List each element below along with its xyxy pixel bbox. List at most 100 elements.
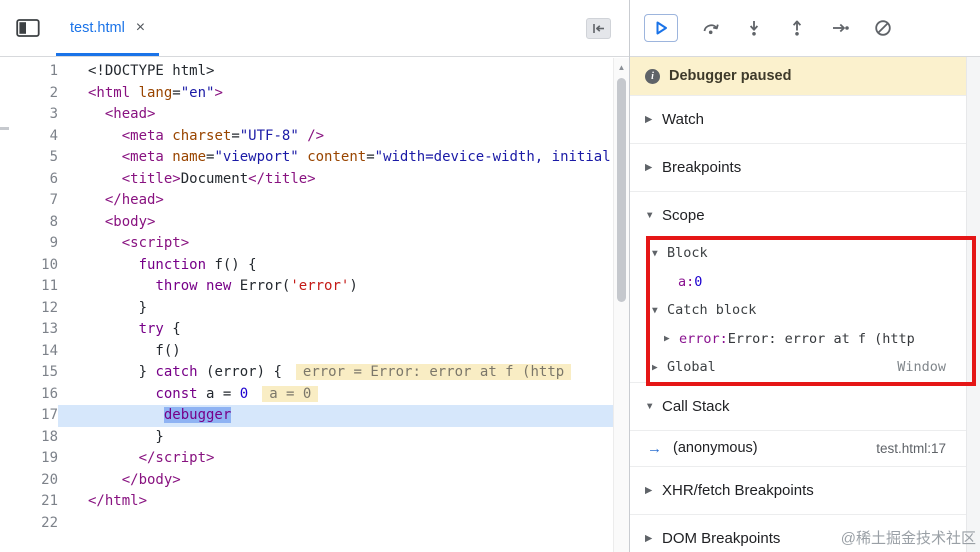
arrow-left-to-bar-icon <box>593 24 604 33</box>
step-over-button[interactable] <box>701 18 721 38</box>
code-text[interactable]: </head> <box>58 190 613 212</box>
code-text[interactable]: f() <box>58 341 613 363</box>
line-number[interactable]: 1 <box>0 61 58 83</box>
section-xhr-breakpoints[interactable]: ▶ XHR/fetch Breakpoints <box>630 465 980 514</box>
call-stack-frame[interactable]: → (anonymous) test.html:17 <box>630 429 980 466</box>
step-out-button[interactable] <box>787 18 807 38</box>
tab-close-icon[interactable]: × <box>136 20 145 36</box>
code-token: <meta <box>121 149 173 165</box>
focus-editor-button[interactable] <box>586 18 611 39</box>
code-text[interactable]: </html> <box>58 491 613 513</box>
editor-scrollbar[interactable]: ▲ <box>613 58 629 552</box>
code-token: <body> <box>104 213 156 230</box>
line-number[interactable]: 8 <box>0 212 58 234</box>
code-text[interactable]: <body> <box>58 212 613 234</box>
scope-body: ▼ Block a: 0 ▼ Catch block ▶ error: Error: err… <box>630 239 980 382</box>
scope-group-label: Global <box>667 359 716 376</box>
line-number[interactable]: 19 <box>0 448 58 470</box>
code-token: > <box>214 84 223 101</box>
line-number[interactable]: 15 <box>0 362 58 384</box>
code-token: <html <box>88 84 139 101</box>
scope-row[interactable]: ▼ Block <box>630 239 980 268</box>
chevron-collapsed-icon[interactable]: ▶ <box>652 362 667 373</box>
section-dom-breakpoints[interactable]: ▶ DOM Breakpoints <box>630 513 980 552</box>
code-token: lang <box>138 84 173 101</box>
code-token: ) <box>349 278 358 294</box>
scope-row[interactable]: ▶ error: Error: error at f (http <box>630 325 980 354</box>
code-text[interactable]: <!DOCTYPE html> <box>58 61 613 83</box>
code-editor[interactable]: 1 <!DOCTYPE html> 2 <html lang="en"> 3 <head… <box>0 58 613 552</box>
line-number[interactable]: 10 <box>0 255 58 277</box>
code-text[interactable]: } <box>58 427 613 449</box>
tab-test-html[interactable]: test.html × <box>56 0 160 56</box>
chevron-collapsed-icon[interactable]: ▶ <box>645 485 662 496</box>
section-scope[interactable]: ▼ Scope <box>630 191 980 239</box>
line-number[interactable]: 16 <box>0 384 58 406</box>
code-text[interactable]: </script> <box>58 448 613 470</box>
left-panel-edge <box>0 127 9 130</box>
scrollbar-up-icon[interactable]: ▲ <box>614 63 629 72</box>
code-line: 11 throw new Error('error') <box>0 276 613 298</box>
line-number[interactable]: 18 <box>0 427 58 449</box>
code-text[interactable]: function f() { <box>58 255 613 277</box>
code-line: 2 <html lang="en"> <box>0 83 613 105</box>
deactivate-breakpoints-button[interactable] <box>873 18 893 38</box>
section-call-stack[interactable]: ▼ Call Stack <box>630 381 980 430</box>
chevron-collapsed-icon[interactable]: ▶ <box>645 162 662 173</box>
code-text[interactable]: </body> <box>58 470 613 492</box>
code-text[interactable]: throw new Error('error') <box>58 276 613 298</box>
section-breakpoints[interactable]: ▶ Breakpoints <box>630 143 980 191</box>
line-number[interactable]: 7 <box>0 190 58 212</box>
scope-row[interactable]: a: 0 <box>630 268 980 297</box>
line-number[interactable]: 21 <box>0 491 58 513</box>
chevron-expanded-icon[interactable]: ▼ <box>645 401 662 412</box>
code-line: 13 try { <box>0 319 613 341</box>
line-number[interactable]: 2 <box>0 83 58 105</box>
code-line: 17 debugger <box>0 405 613 427</box>
chevron-expanded-icon[interactable]: ▼ <box>645 210 662 221</box>
line-number[interactable]: 17 <box>0 405 58 427</box>
step-into-button[interactable] <box>744 18 764 38</box>
code-text[interactable]: const a = 0 a = 0 <box>58 384 613 406</box>
panel-scrollbar[interactable] <box>966 57 980 552</box>
code-token: </html> <box>88 493 148 509</box>
code-text[interactable]: <title>Document</title> <box>58 169 613 191</box>
chevron-collapsed-icon[interactable]: ▶ <box>664 333 679 344</box>
line-number[interactable]: 14 <box>0 341 58 363</box>
code-text[interactable]: try { <box>58 319 613 341</box>
resume-button[interactable] <box>644 14 678 42</box>
line-number[interactable]: 22 <box>0 513 58 535</box>
code-token: a = <box>197 385 240 402</box>
code-text[interactable]: <html lang="en"> <box>58 83 613 105</box>
code-text[interactable]: debugger <box>58 405 613 427</box>
toggle-navigator-button[interactable] <box>16 18 40 38</box>
code-text[interactable] <box>58 513 613 535</box>
code-text[interactable]: <meta name="viewport" content="width=dev… <box>58 147 613 169</box>
line-number[interactable]: 13 <box>0 319 58 341</box>
scope-row[interactable]: ▼ Catch block <box>630 296 980 325</box>
code-text[interactable]: <script> <box>58 233 613 255</box>
line-number[interactable]: 12 <box>0 298 58 320</box>
chevron-collapsed-icon[interactable]: ▶ <box>645 533 662 544</box>
line-number[interactable]: 9 <box>0 233 58 255</box>
scrollbar-thumb[interactable] <box>617 78 626 302</box>
chevron-expanded-icon[interactable]: ▼ <box>652 305 667 316</box>
code-text[interactable]: } catch (error) {error = Error: error at… <box>58 362 613 384</box>
line-number[interactable]: 3 <box>0 104 58 126</box>
chevron-collapsed-icon[interactable]: ▶ <box>645 114 662 125</box>
line-number[interactable]: 5 <box>0 147 58 169</box>
line-number[interactable]: 6 <box>0 169 58 191</box>
line-number[interactable]: 11 <box>0 276 58 298</box>
code-text[interactable]: } <box>58 298 613 320</box>
section-watch[interactable]: ▶ Watch <box>630 95 980 143</box>
frame-location[interactable]: test.html:17 <box>876 441 946 456</box>
line-number[interactable]: 20 <box>0 470 58 492</box>
code-text[interactable]: <meta charset="UTF-8" /> <box>58 126 613 148</box>
scope-row[interactable]: ▶ Global Window <box>630 353 980 382</box>
code-text[interactable]: <head> <box>58 104 613 126</box>
chevron-expanded-icon[interactable]: ▼ <box>652 248 667 259</box>
info-icon: i <box>645 68 660 84</box>
step-button[interactable] <box>830 18 850 38</box>
